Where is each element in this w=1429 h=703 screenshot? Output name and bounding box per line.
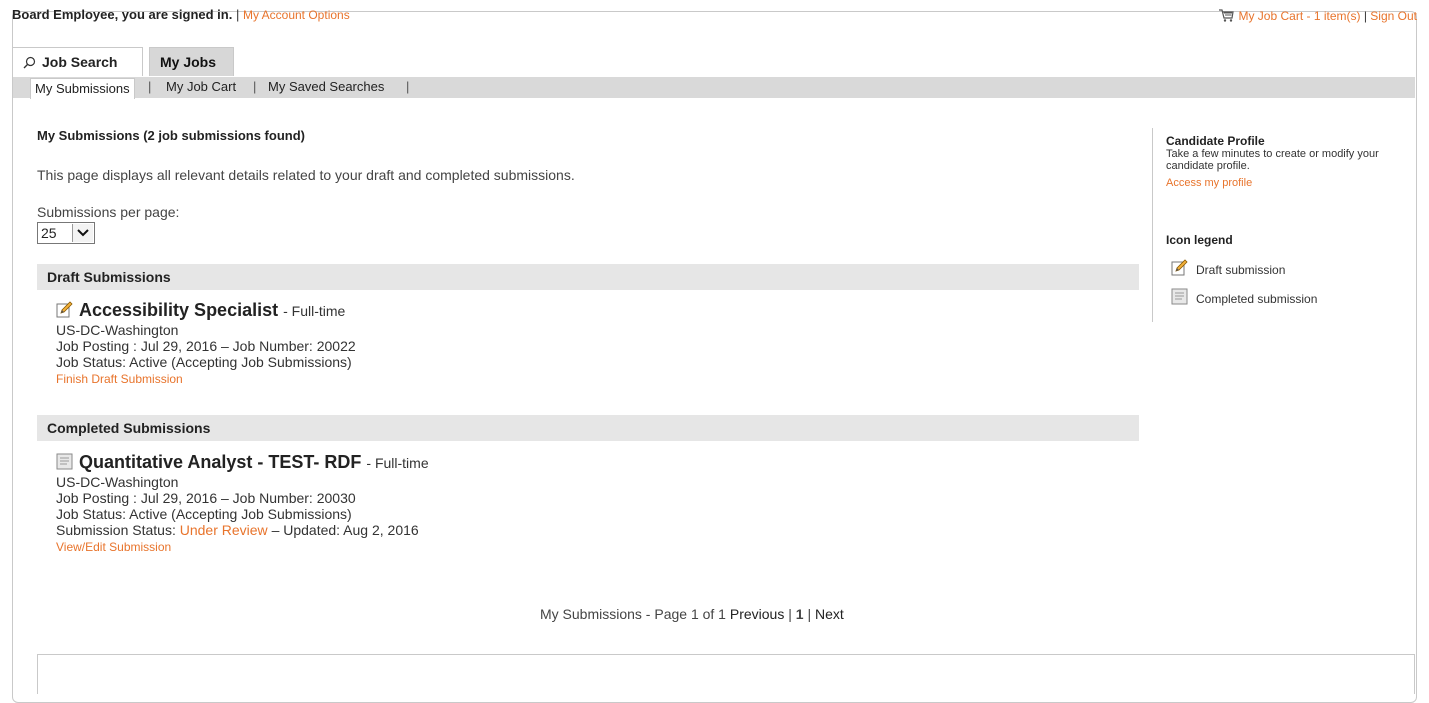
pencil-icon bbox=[1171, 259, 1188, 276]
pager-separator: | bbox=[788, 606, 792, 622]
pager-previous[interactable]: Previous bbox=[730, 606, 784, 622]
pencil-icon bbox=[56, 301, 73, 318]
tab-label: Job Search bbox=[42, 54, 118, 70]
job-title-row: Accessibility Specialist - Full-time bbox=[56, 299, 356, 322]
candidate-profile-text: Take a few minutes to create or modify y… bbox=[1166, 148, 1379, 172]
chevron-down-icon[interactable] bbox=[72, 224, 93, 242]
completed-submission-item: Quantitative Analyst - TEST- RDF - Full-… bbox=[56, 451, 429, 555]
candidate-profile-title: Candidate Profile bbox=[1166, 134, 1265, 148]
access-profile-link[interactable]: Access my profile bbox=[1166, 177, 1252, 189]
account-options-link[interactable]: My Account Options bbox=[243, 8, 350, 22]
legend-completed-label: Completed submission bbox=[1196, 292, 1318, 306]
legend-draft: Draft submission bbox=[1171, 259, 1285, 277]
draft-status: Job Status: Active (Accepting Job Submis… bbox=[56, 354, 352, 370]
subnav-separator: | bbox=[406, 79, 410, 94]
footer-container bbox=[37, 654, 1415, 694]
sub-navigation: My Submissions | My Job Cart | My Saved … bbox=[13, 77, 1415, 99]
tab-label: My Jobs bbox=[160, 54, 217, 70]
submission-updated: – Updated: Aug 2, 2016 bbox=[271, 522, 419, 538]
job-title-row: Quantitative Analyst - TEST- RDF - Full-… bbox=[56, 451, 429, 474]
completed-posting: Job Posting : Jul 29, 2016 – Job Number:… bbox=[56, 490, 356, 506]
pager-label: My Submissions - Page 1 of 1 bbox=[540, 606, 726, 622]
per-page-value: 25 bbox=[41, 225, 57, 241]
per-page-select[interactable]: 25 bbox=[37, 222, 95, 244]
cart-icon[interactable] bbox=[1219, 9, 1235, 25]
header-separator: | bbox=[235, 7, 240, 22]
header-separator: | bbox=[1363, 9, 1367, 23]
job-cart-link[interactable]: My Job Cart - 1 item(s) bbox=[1238, 9, 1360, 23]
subnav-my-job-cart[interactable]: My Job Cart bbox=[166, 77, 236, 97]
subnav-separator: | bbox=[253, 79, 257, 94]
legend-draft-label: Draft submission bbox=[1196, 263, 1286, 277]
draft-job-type: - Full-time bbox=[283, 303, 346, 319]
page-description: This page displays all relevant details … bbox=[37, 167, 575, 183]
completed-job-type: - Full-time bbox=[366, 455, 429, 471]
subnav-my-saved-searches[interactable]: My Saved Searches bbox=[268, 77, 384, 97]
document-icon bbox=[1171, 288, 1188, 305]
top-bar: Board Employee, you are signed in. | My … bbox=[12, 7, 1417, 29]
submission-status-value[interactable]: Under Review bbox=[180, 522, 268, 538]
legend-completed: Completed submission bbox=[1171, 288, 1317, 306]
draft-location: US-DC-Washington bbox=[56, 322, 179, 338]
completed-location: US-DC-Washington bbox=[56, 474, 179, 490]
draft-section-header: Draft Submissions bbox=[37, 264, 1139, 290]
top-right-links: My Job Cart - 1 item(s) | Sign Out bbox=[1219, 9, 1417, 25]
pager-current-page: 1 bbox=[795, 606, 804, 622]
draft-job-title[interactable]: Accessibility Specialist bbox=[79, 300, 278, 320]
tab-job-search[interactable]: Job Search bbox=[12, 47, 143, 76]
sign-out-link[interactable]: Sign Out bbox=[1370, 9, 1417, 23]
icon-legend-title: Icon legend bbox=[1166, 233, 1233, 247]
subnav-my-submissions[interactable]: My Submissions bbox=[30, 78, 135, 99]
search-icon bbox=[23, 50, 36, 78]
draft-submission-item: Accessibility Specialist - Full-time US-… bbox=[56, 299, 356, 387]
submission-status-label: Submission Status: bbox=[56, 522, 176, 538]
tab-my-jobs[interactable]: My Jobs bbox=[149, 47, 234, 76]
completed-status: Job Status: Active (Accepting Job Submis… bbox=[56, 506, 352, 522]
submission-status-row: Submission Status: Under Review – Update… bbox=[56, 522, 429, 538]
per-page-label: Submissions per page: bbox=[37, 204, 180, 220]
document-icon bbox=[56, 453, 73, 470]
signed-in-text: Board Employee, you are signed in. bbox=[12, 7, 233, 22]
subnav-separator: | bbox=[148, 79, 152, 94]
completed-section-header: Completed Submissions bbox=[37, 415, 1139, 441]
right-sidebar: Candidate Profile Take a few minutes to … bbox=[1152, 128, 1412, 322]
pager-separator: | bbox=[807, 606, 812, 622]
pagination: My Submissions - Page 1 of 1 Previous | … bbox=[540, 606, 844, 622]
finish-draft-link[interactable]: Finish Draft Submission bbox=[56, 372, 183, 386]
page-title: My Submissions (2 job submissions found) bbox=[37, 128, 305, 143]
completed-job-title[interactable]: Quantitative Analyst - TEST- RDF bbox=[79, 452, 361, 472]
pager-next[interactable]: Next bbox=[815, 606, 844, 622]
view-edit-submission-link[interactable]: View/Edit Submission bbox=[56, 540, 171, 554]
draft-posting: Job Posting : Jul 29, 2016 – Job Number:… bbox=[56, 338, 356, 354]
